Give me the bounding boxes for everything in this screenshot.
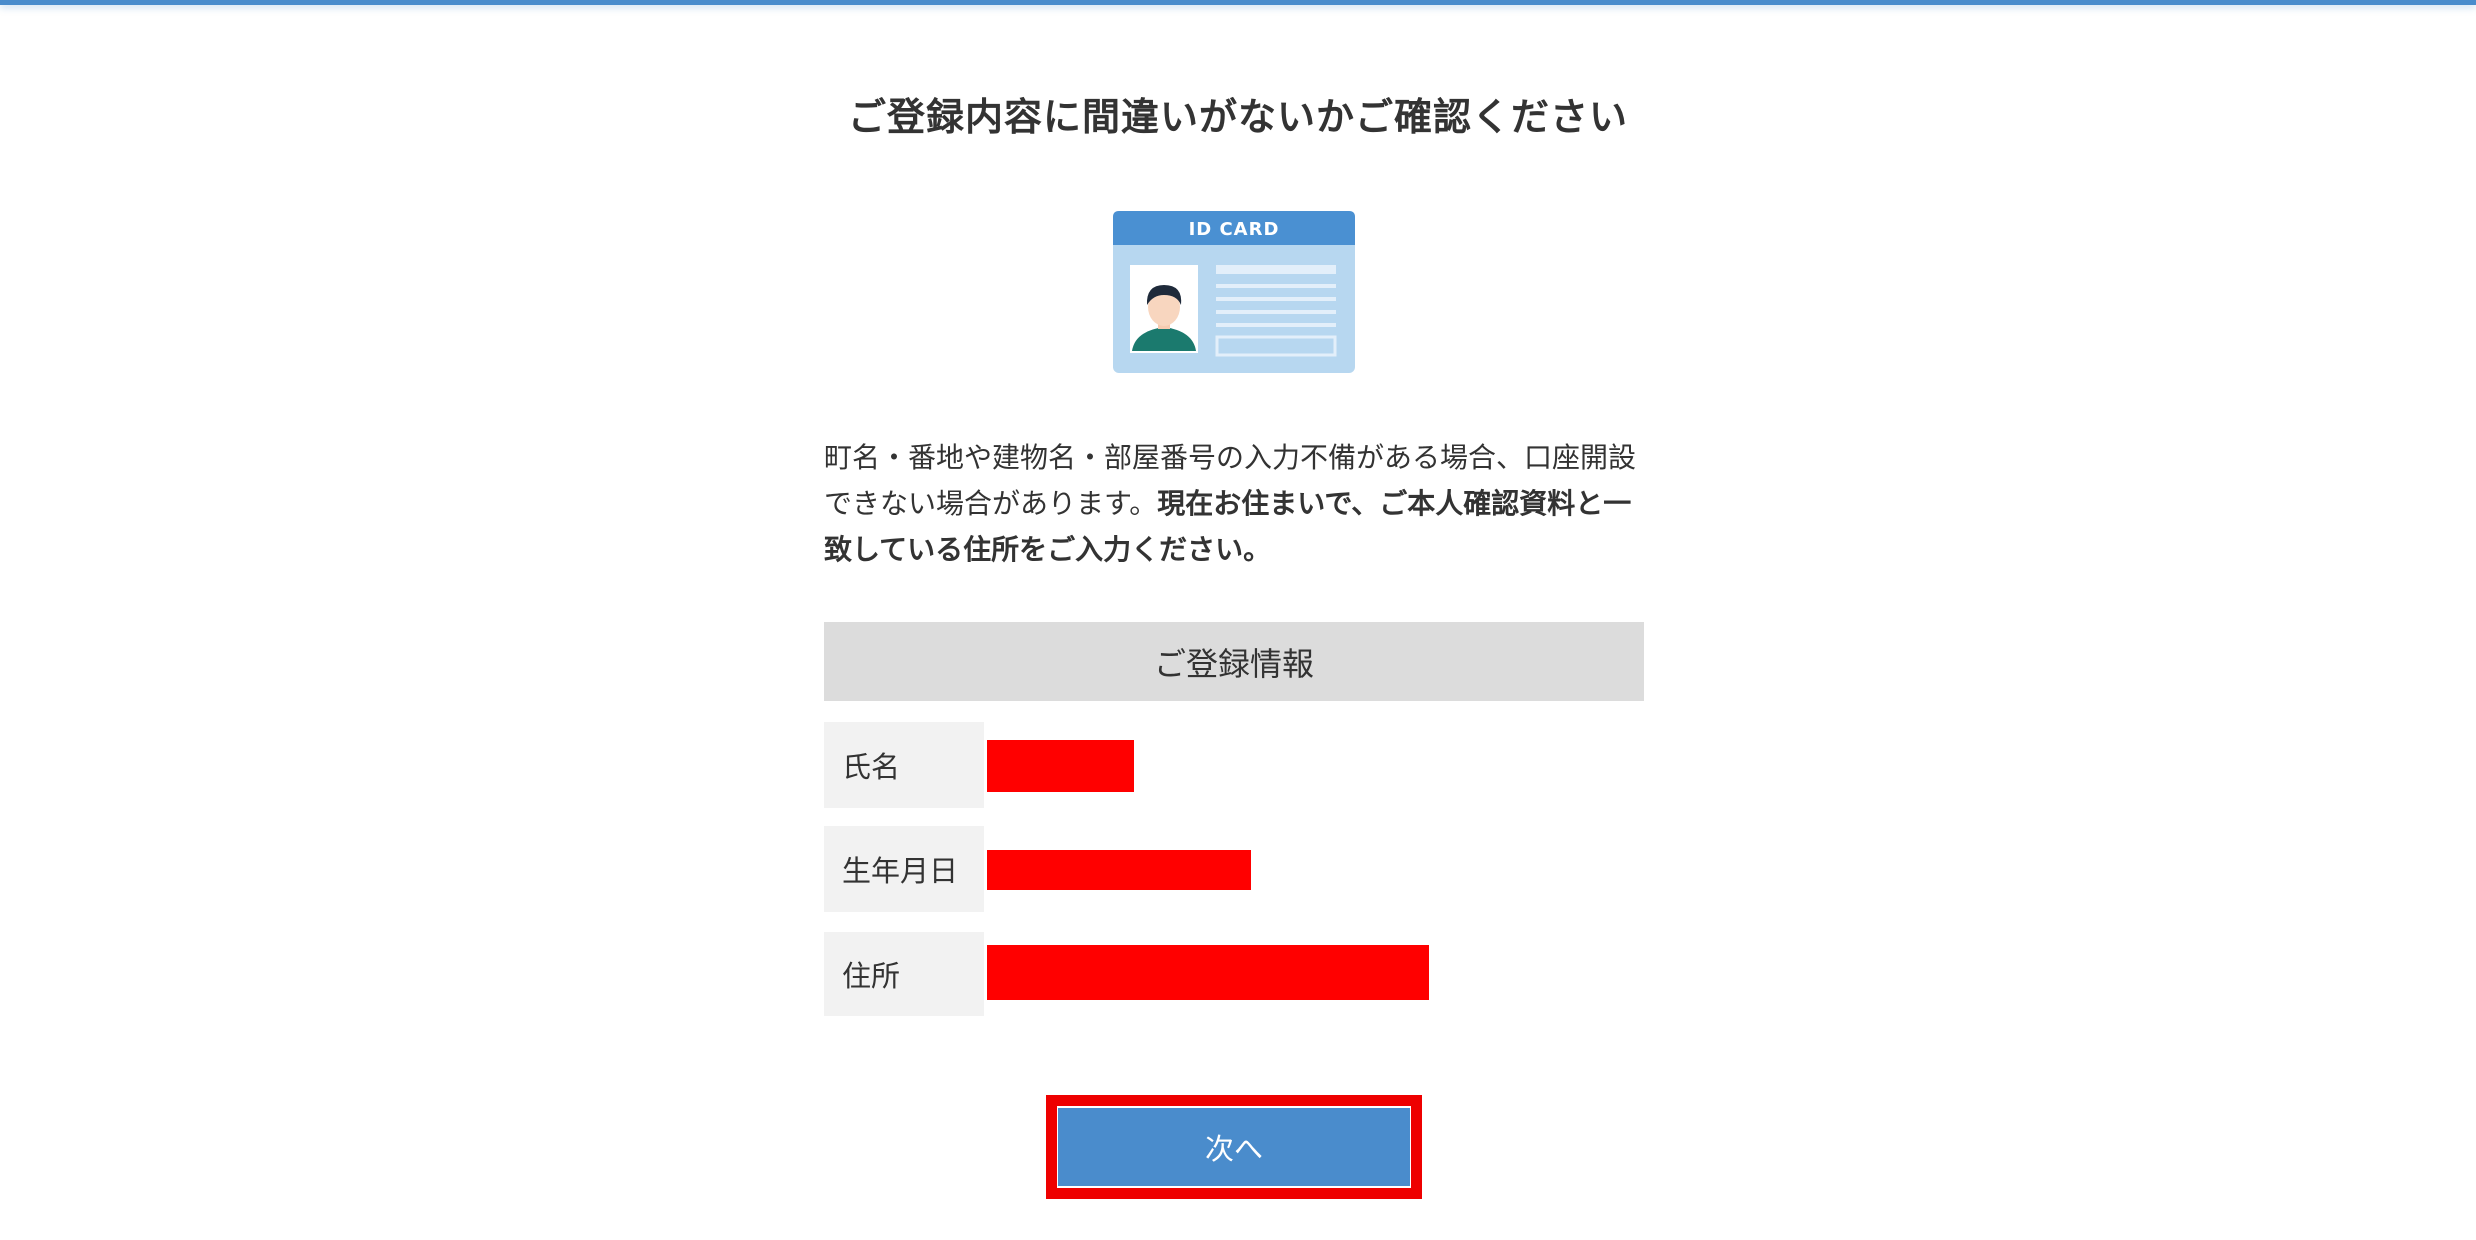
registration-info-header: ご登録情報 — [824, 622, 1644, 701]
page-title: ご登録内容に間違いがないかご確認ください — [847, 95, 1628, 139]
birthdate-value-redacted — [987, 850, 1251, 890]
name-label: 氏名 — [824, 722, 984, 808]
address-label: 住所 — [824, 932, 984, 1016]
birthdate-label: 生年月日 — [824, 826, 984, 912]
name-value-redacted — [987, 740, 1134, 792]
next-button[interactable]: 次へ — [1058, 1108, 1410, 1186]
address-notice: 町名・番地や建物名・部屋番号の入力不備がある場合、口座開設できない場合があります… — [824, 435, 1644, 573]
confirmation-page: ご登録内容に間違いがないかご確認ください ID CARD 町名・番地や建物名・部… — [0, 0, 2476, 1240]
address-value-redacted — [987, 945, 1429, 1000]
id-card-label: ID CARD — [1189, 219, 1280, 240]
id-card-illustration: ID CARD — [1113, 211, 1355, 373]
